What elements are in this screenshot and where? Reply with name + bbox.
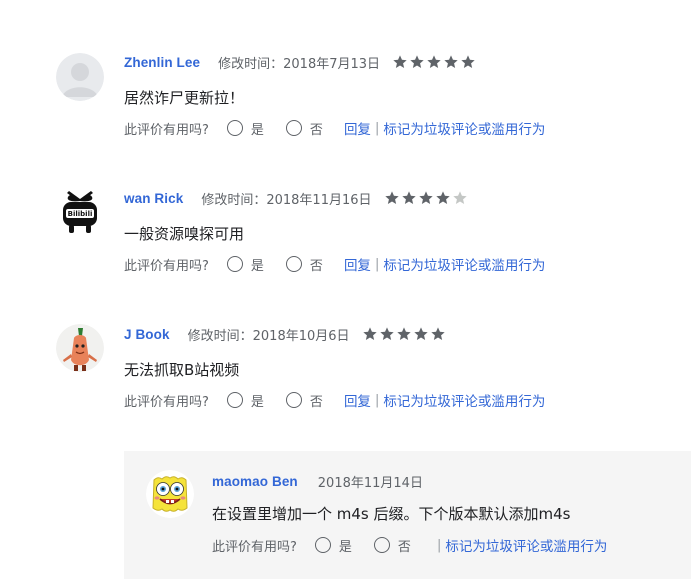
radio-no[interactable]: [285, 120, 302, 136]
helpful-question: 此评价有用吗?: [124, 122, 209, 138]
star-filled-icon: [427, 55, 441, 68]
helpful-yes-option[interactable]: 是: [314, 536, 352, 555]
yes-label: 是: [338, 539, 352, 555]
reply-link[interactable]: 回复: [344, 254, 371, 274]
review-date: 2018年7月13日: [283, 56, 381, 72]
radio-no[interactable]: [285, 392, 302, 408]
reply-link[interactable]: 回复: [344, 118, 371, 138]
no-label: 否: [397, 539, 411, 555]
helpful-no-option[interactable]: 否: [285, 255, 323, 274]
radio-yes[interactable]: [226, 392, 243, 408]
reply-link[interactable]: 回复: [344, 390, 371, 410]
star-filled-icon: [444, 55, 458, 68]
helpful-yes-option[interactable]: 是: [226, 391, 264, 410]
radio-no[interactable]: [285, 256, 302, 272]
star-filled-icon: [435, 191, 450, 204]
reply-text: 在设置里增加一个 m4s 后缀。下个版本默认添加m4s: [212, 505, 571, 523]
svg-text:Bilibili: Bilibili: [68, 210, 93, 218]
radio-yes[interactable]: [226, 120, 243, 136]
helpful-question: 此评价有用吗?: [124, 394, 209, 410]
report-abuse-link[interactable]: 标记为垃圾评论或滥用行为: [383, 254, 545, 274]
star-filled-icon: [430, 327, 445, 340]
clipped-previous-content: [232, 0, 312, 4]
star-filled-icon: [413, 327, 428, 340]
link-separator: |: [374, 392, 380, 408]
helpful-yes-option[interactable]: 是: [226, 255, 264, 274]
review-date: 2018年10月6日: [252, 328, 350, 344]
report-abuse-link[interactable]: 标记为垃圾评论或滥用行为: [383, 118, 545, 138]
link-separator: |: [374, 120, 380, 136]
radio-no[interactable]: [373, 537, 390, 553]
yes-label: 是: [250, 122, 264, 138]
no-label: 否: [309, 394, 323, 410]
star-filled-icon: [396, 327, 411, 340]
review-author[interactable]: J Book: [124, 327, 170, 342]
helpful-yes-option[interactable]: 是: [226, 119, 264, 138]
review-text: 无法抓取B站视频: [124, 361, 240, 379]
star-rating: [384, 190, 469, 206]
yes-label: 是: [250, 258, 264, 274]
star-empty-icon: [452, 191, 467, 204]
helpful-row: 此评价有用吗? 是 否 回复 | 标记为垃圾评论或滥用行为: [124, 118, 545, 138]
star-rating: [362, 326, 447, 342]
review-text: 一般资源嗅探可用: [124, 225, 245, 243]
reply-date: 2018年11月14日: [317, 475, 423, 491]
no-label: 否: [309, 258, 323, 274]
review-author[interactable]: Zhenlin Lee: [124, 55, 200, 70]
link-separator: |: [436, 537, 442, 553]
radio-yes[interactable]: [226, 256, 243, 272]
star-filled-icon: [362, 327, 377, 340]
no-label: 否: [309, 122, 323, 138]
bilibili-tv-avatar: Bilibili: [56, 188, 104, 236]
date-label: 修改时间：: [187, 328, 253, 344]
star-filled-icon: [401, 191, 416, 204]
report-abuse-link[interactable]: 标记为垃圾评论或滥用行为: [383, 390, 545, 410]
helpful-row: 此评价有用吗? 是 否 | 标记为垃圾评论或滥用行为: [212, 535, 607, 555]
helpful-question: 此评价有用吗?: [212, 539, 297, 555]
radio-yes[interactable]: [314, 537, 331, 553]
default-user-avatar: [56, 53, 104, 101]
star-filled-icon: [384, 191, 399, 204]
yes-label: 是: [250, 394, 264, 410]
review-date: 2018年11月16日: [266, 192, 372, 208]
star-filled-icon: [418, 191, 433, 204]
date-label: 修改时间：: [218, 56, 284, 72]
date-label: 修改时间：: [201, 192, 267, 208]
report-abuse-link[interactable]: 标记为垃圾评论或滥用行为: [445, 535, 607, 555]
star-filled-icon: [461, 55, 475, 68]
helpful-question: 此评价有用吗?: [124, 258, 209, 274]
star-rating: [392, 54, 477, 70]
spongebob-avatar: [146, 470, 194, 518]
helpful-no-option[interactable]: 否: [285, 391, 323, 410]
reply-author[interactable]: maomao Ben: [212, 474, 298, 489]
helpful-row: 此评价有用吗? 是 否 回复 | 标记为垃圾评论或滥用行为: [124, 254, 545, 274]
link-separator: |: [374, 256, 380, 272]
helpful-no-option[interactable]: 否: [285, 119, 323, 138]
review-text: 居然诈尸更新拉！: [124, 89, 245, 107]
star-filled-icon: [410, 55, 424, 68]
helpful-no-option[interactable]: 否: [373, 536, 411, 555]
developer-reply-box: maomao Ben 2018年11月14日 在设置里增加一个 m4s 后缀。下…: [124, 451, 691, 579]
cartoon-figure-avatar: [56, 324, 104, 372]
review-author[interactable]: wan Rick: [124, 191, 183, 206]
star-filled-icon: [393, 55, 407, 68]
helpful-row: 此评价有用吗? 是 否 回复 | 标记为垃圾评论或滥用行为: [124, 390, 545, 410]
star-filled-icon: [379, 327, 394, 340]
